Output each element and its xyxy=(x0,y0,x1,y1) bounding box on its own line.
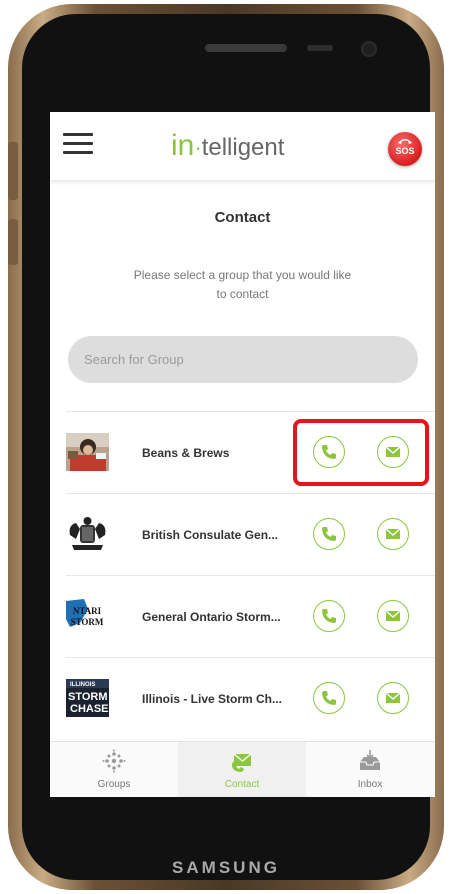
message-button[interactable] xyxy=(377,682,409,714)
nav-label: Inbox xyxy=(357,779,383,790)
logo-telligent: telligent xyxy=(201,134,285,161)
menu-icon[interactable] xyxy=(63,133,93,155)
group-avatar-ontario-storm: NTARI STORM xyxy=(66,597,109,635)
nav-contact[interactable]: Contact xyxy=(178,742,306,797)
group-avatar-british-consulate xyxy=(66,515,109,553)
contact-icon xyxy=(232,753,252,772)
call-button[interactable] xyxy=(313,518,345,550)
group-row[interactable]: ILLINOIS STORM CHASE Illinois - Live Sto… xyxy=(66,657,435,739)
group-name: Illinois - Live Storm Ch... xyxy=(142,692,283,706)
phone-icon xyxy=(322,527,336,541)
bixby-button xyxy=(8,219,18,265)
group-name: British Consulate Gen... xyxy=(142,528,279,542)
envelope-icon xyxy=(385,692,401,703)
logo-dot: · xyxy=(194,135,202,160)
call-button[interactable] xyxy=(313,436,345,468)
avatar-text-ontario-top: NTARI xyxy=(73,606,102,616)
envelope-icon xyxy=(385,528,401,539)
volume-button xyxy=(8,142,18,200)
earpiece-speaker xyxy=(205,44,287,52)
search-input[interactable] xyxy=(68,336,418,383)
group-avatar-illinois-storm: ILLINOIS STORM CHASE xyxy=(66,679,109,717)
app-screen: in·telligent SOS Contact Please select a… xyxy=(50,112,435,797)
message-button[interactable] xyxy=(377,600,409,632)
inbox-icon xyxy=(360,750,380,770)
nav-inbox[interactable]: Inbox xyxy=(306,742,434,797)
phone-icon xyxy=(322,609,336,623)
app-logo: in·telligent xyxy=(171,129,284,165)
phone-icon xyxy=(322,445,336,459)
group-list: Beans & Brews British Consulate Gen... N… xyxy=(50,411,435,739)
group-row[interactable]: NTARI STORM General Ontario Storm... xyxy=(66,575,435,657)
group-avatar-beans-brews xyxy=(66,433,109,471)
message-button[interactable] xyxy=(377,518,409,550)
front-camera xyxy=(361,41,377,57)
groups-icon xyxy=(102,749,126,773)
sos-button[interactable]: SOS xyxy=(388,132,422,166)
envelope-icon xyxy=(385,610,401,621)
group-name: Beans & Brews xyxy=(142,446,230,460)
bottom-nav: Groups Contact Inbox xyxy=(50,741,435,797)
nav-label: Contact xyxy=(224,779,260,790)
call-button[interactable] xyxy=(313,682,345,714)
avatar-text-illinois: ILLINOIS xyxy=(70,682,95,688)
page-title: Contact xyxy=(214,209,271,226)
call-button[interactable] xyxy=(313,600,345,632)
phone-icon xyxy=(322,691,336,705)
message-button[interactable] xyxy=(377,436,409,468)
group-row[interactable]: Beans & Brews xyxy=(66,411,435,493)
envelope-icon xyxy=(385,446,401,457)
page-subtitle: Please select a group that you would lik… xyxy=(133,268,352,301)
sos-label: SOS xyxy=(395,146,415,156)
proximity-sensor xyxy=(307,45,333,51)
logo-in: in xyxy=(171,129,195,162)
group-row[interactable]: British Consulate Gen... xyxy=(66,493,435,575)
device-brand: SAMSUNG xyxy=(172,858,280,877)
avatar-text-chase: CHASE xyxy=(70,703,109,715)
nav-groups[interactable]: Groups xyxy=(50,742,178,797)
app-header: in·telligent SOS xyxy=(50,112,435,180)
avatar-text-ontario-bottom: STORM xyxy=(71,617,104,627)
nav-label: Groups xyxy=(97,779,131,790)
group-name: General Ontario Storm... xyxy=(142,610,281,624)
phone-hangup-icon xyxy=(398,139,412,144)
avatar-text-storm: STORM xyxy=(68,691,108,703)
